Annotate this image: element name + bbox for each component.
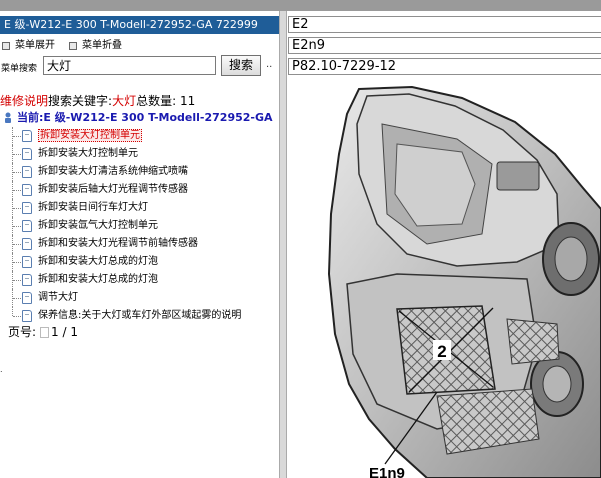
page-box-icon: [40, 326, 50, 338]
callout-label: E1n9: [369, 465, 405, 478]
model-node-icon: [5, 112, 11, 123]
tree-item-2[interactable]: 拆卸安装大灯清洁系统伸缩式喷嘴: [0, 163, 279, 181]
top-strip: [0, 0, 601, 11]
result-tree: 拆卸安装大灯控制单元 拆卸安装大灯控制单元 拆卸安装大灯清洁系统伸缩式喷嘴 拆卸…: [0, 127, 279, 325]
current-node[interactable]: 当前:E 级-W212-E 300 T-Modell-272952-GA: [2, 111, 273, 125]
search-button[interactable]: 搜索: [221, 55, 261, 76]
component-subcode-field: E2n9: [288, 37, 601, 54]
document-icon: [22, 220, 32, 232]
tree-item-5[interactable]: 拆卸安装氙气大灯控制单元: [0, 217, 279, 235]
more-button[interactable]: ..: [266, 59, 272, 70]
tree-item-label: 拆卸和安装大灯总成的灯泡: [38, 274, 158, 285]
tree-item-label: 拆卸和安装大灯光程调节前轴传感器: [38, 238, 198, 249]
pager: 页号: 1 / 1: [8, 325, 78, 339]
tree-item-label: 调节大灯: [38, 292, 78, 303]
expand-menu-link[interactable]: 菜单展开: [15, 39, 55, 53]
tree-item-label: 保养信息:关于大灯或车灯外部区域起雾的说明: [38, 310, 242, 321]
pager-value: 1 / 1: [51, 325, 78, 339]
tree-item-label: 拆卸和安装大灯总成的灯泡: [38, 256, 158, 267]
document-icon: [22, 184, 32, 196]
current-node-label: 当前:E 级-W212-E 300 T-Modell-272952-GA: [17, 111, 273, 124]
tree-item-9[interactable]: 调节大灯: [0, 289, 279, 307]
tree-item-1[interactable]: 拆卸安装大灯控制单元: [0, 145, 279, 163]
menu-pane: E 级-W212-E 300 T-Modell-272952-GA 722999…: [0, 11, 279, 478]
tree-item-0[interactable]: 拆卸安装大灯控制单元: [0, 127, 279, 145]
figure-number-field: P82.10-7229-12: [288, 58, 601, 75]
document-icon: [22, 310, 32, 322]
tree-item-8[interactable]: 拆卸和安装大灯总成的灯泡: [0, 271, 279, 289]
expand-icon[interactable]: [2, 42, 10, 50]
document-icon: [22, 202, 32, 214]
tree-item-7[interactable]: 拆卸和安装大灯总成的灯泡: [0, 253, 279, 271]
tree-item-label: 拆卸安装日间行车灯大灯: [38, 202, 148, 213]
document-icon: [22, 256, 32, 268]
collapse-menu-link[interactable]: 菜单折叠: [82, 39, 122, 53]
collapse-icon[interactable]: [69, 42, 77, 50]
result-keyword-label: 搜索关键字:: [48, 94, 113, 108]
result-count: 11: [179, 94, 196, 108]
component-code-field: E2: [288, 16, 601, 33]
bottom-mark: .: [0, 365, 3, 374]
tree-item-label: 拆卸安装大灯控制单元: [38, 148, 138, 159]
document-icon: [22, 166, 32, 178]
menu-toggle-row: 菜单展开 菜单折叠: [2, 39, 122, 53]
result-category: 维修说明: [0, 94, 49, 108]
upper-connector: [496, 161, 540, 191]
tree-item-6[interactable]: 拆卸和安装大灯光程调节前轴传感器: [0, 235, 279, 253]
tree-item-3[interactable]: 拆卸安装后轴大灯光程调节传感器: [0, 181, 279, 199]
tree-item-label: 拆卸安装后轴大灯光程调节传感器: [38, 184, 188, 195]
tree-item-10[interactable]: 保养信息:关于大灯或车灯外部区域起雾的说明: [0, 307, 279, 325]
document-icon: [22, 238, 32, 250]
document-icon: [22, 274, 32, 286]
document-icon: [22, 130, 32, 142]
tree-item-label: 拆卸安装大灯控制单元: [38, 129, 142, 142]
document-icon: [22, 292, 32, 304]
tree-item-label: 拆卸安装大灯清洁系统伸缩式喷嘴: [38, 166, 188, 177]
model-title-bar: E 级-W212-E 300 T-Modell-272952-GA 722999: [0, 16, 279, 34]
callout-number: 2: [437, 342, 446, 361]
headlamp-diagram: 2 E1n9: [327, 85, 601, 478]
tree-item-4[interactable]: 拆卸安装日间行车灯大灯: [0, 199, 279, 217]
tree-item-label: 拆卸安装氙气大灯控制单元: [38, 220, 158, 231]
document-icon: [22, 148, 32, 160]
search-input[interactable]: [43, 56, 216, 75]
pager-label: 页号:: [8, 325, 37, 339]
document-pane: E2 E2n9 P82.10-7229-12 2 E1n9: [287, 11, 601, 478]
menu-search-row: 菜单搜索 搜索 ..: [0, 55, 279, 77]
result-count-label: 总数量:: [136, 94, 177, 108]
search-label: 菜单搜索: [1, 64, 38, 74]
result-keyword: 大灯: [112, 94, 137, 108]
search-result-summary: 维修说明搜索关键字:大灯总数量: 11: [0, 94, 195, 108]
pane-splitter[interactable]: [279, 11, 287, 478]
